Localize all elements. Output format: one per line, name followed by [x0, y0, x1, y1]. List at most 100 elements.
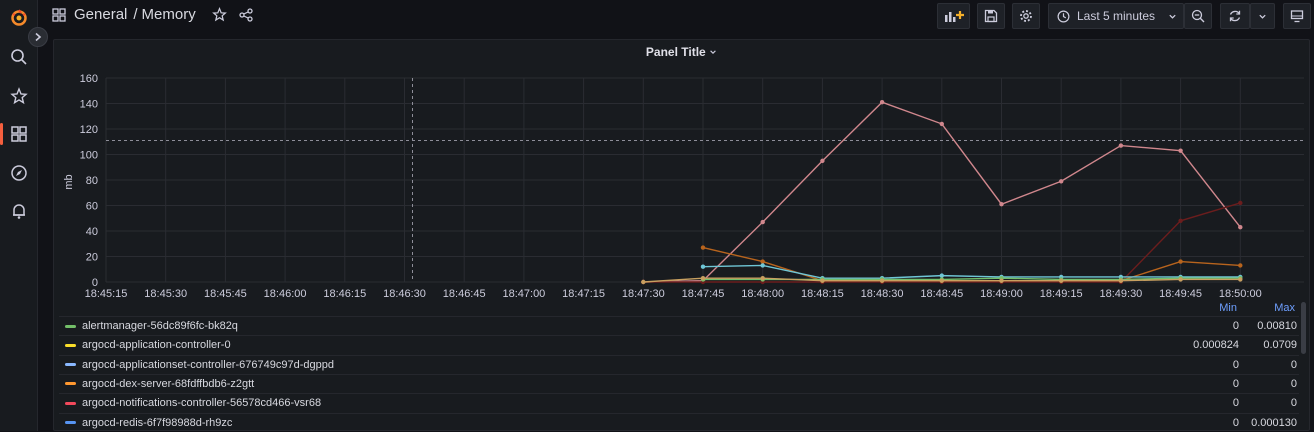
data-point — [1178, 148, 1183, 153]
refresh-interval-picker[interactable] — [1250, 3, 1275, 29]
add-panel-button[interactable] — [937, 3, 970, 29]
data-point — [1178, 277, 1183, 282]
legend-color-swatch[interactable] — [65, 382, 76, 386]
refresh-button[interactable] — [1220, 3, 1250, 29]
starred-icon[interactable] — [0, 81, 38, 111]
x-tick-label: 18:49:00 — [980, 288, 1023, 300]
y-tick-label: 80 — [86, 175, 98, 187]
y-tick-label: 60 — [86, 201, 98, 213]
data-point — [1178, 218, 1183, 223]
legend-series-name[interactable]: argocd-application-controller-0 — [82, 339, 1185, 351]
chevron-down-icon — [1169, 14, 1176, 19]
data-point — [641, 279, 646, 285]
gear-icon — [1020, 10, 1032, 22]
dashboards-icon[interactable] — [0, 119, 38, 149]
x-tick-label: 18:45:45 — [204, 288, 247, 300]
time-range-label: Last 5 minutes — [1077, 9, 1156, 23]
data-point — [1118, 278, 1124, 283]
data-point — [820, 158, 825, 164]
legend-max-value: 0.0709 — [1263, 339, 1297, 352]
x-tick-label: 18:47:00 — [502, 288, 545, 300]
data-point — [760, 263, 765, 268]
legend-max-header[interactable]: Max — [1241, 302, 1297, 314]
data-point — [999, 278, 1004, 283]
data-point — [700, 264, 706, 269]
y-tick-label: 160 — [80, 73, 98, 85]
data-point — [939, 278, 944, 283]
x-tick-label: 18:48:15 — [801, 288, 844, 300]
clock-icon — [1057, 10, 1070, 22]
legend-color-swatch[interactable] — [65, 324, 76, 328]
legend-row[interactable]: argocd-notifications-controller-56578cd4… — [59, 393, 1299, 412]
x-tick-label: 18:45:30 — [144, 288, 187, 300]
legend-series-name[interactable]: argocd-redis-6f7f98988d-rh9zc — [82, 417, 1185, 429]
legend-header: Min Max — [1183, 302, 1297, 314]
dashboard-title[interactable]: Memory — [142, 6, 196, 23]
x-tick-label: 18:50:00 — [1219, 288, 1262, 300]
data-point — [760, 275, 765, 281]
legend-series-name[interactable]: argocd-applicationset-controller-676749c… — [82, 359, 1185, 371]
legend-color-swatch[interactable] — [65, 421, 76, 424]
legend-min-value: 0 — [1232, 416, 1239, 429]
x-tick-label: 18:46:45 — [443, 288, 486, 300]
legend-color-swatch[interactable] — [65, 363, 76, 367]
legend-row[interactable]: argocd-applicationset-controller-676749c… — [59, 354, 1299, 374]
legend-row[interactable]: alertmanager-56dc89f6fc-bk82q 0 0.00810 — [59, 316, 1299, 335]
legend-row[interactable]: argocd-application-controller-0 0.000824 0… — [59, 335, 1299, 354]
legend-min-value: 0 — [1232, 377, 1239, 390]
legend-max-value: 0 — [1290, 397, 1297, 410]
legend-series-name[interactable]: argocd-dex-server-68fdffbdb6-z2gtt — [82, 378, 1185, 390]
x-axis: 18:45:15 18:45:30 18:45:45 18:46:00 18:46:15… — [85, 288, 1262, 300]
data-point — [760, 259, 765, 264]
x-tick-label: 18:49:15 — [1040, 288, 1083, 300]
breadcrumb: General / Memory — [52, 6, 253, 23]
legend-row[interactable]: argocd-redis-6f7f98988d-rh9zc 0 0.000130 — [59, 412, 1299, 432]
legend-color-swatch[interactable] — [65, 343, 76, 347]
chart-grid — [105, 77, 1304, 283]
data-point — [700, 245, 706, 250]
legend-row[interactable]: argocd-dex-server-68fdffbdb6-z2gtt 0 0 — [59, 373, 1299, 393]
data-point — [879, 278, 885, 283]
alerting-bell-icon[interactable] — [0, 196, 38, 226]
data-point — [700, 275, 706, 281]
data-point — [939, 121, 944, 127]
legend-color-swatch[interactable] — [65, 401, 76, 405]
data-point — [760, 219, 765, 225]
y-tick-label: 20 — [86, 252, 98, 264]
time-range-picker[interactable]: Last 5 minutes — [1048, 3, 1184, 29]
legend-scrollbar[interactable] — [1301, 302, 1306, 354]
folder-link[interactable]: General — [74, 6, 127, 23]
legend-series-name[interactable]: argocd-notifications-controller-56578cd4… — [82, 397, 1185, 409]
zoom-out-button[interactable] — [1184, 3, 1212, 29]
x-tick-label: 18:46:15 — [323, 288, 366, 300]
legend-series-name[interactable]: alertmanager-56dc89f6fc-bk82q — [82, 320, 1185, 332]
data-point — [1059, 179, 1064, 184]
dashboard-settings-button[interactable] — [1012, 3, 1040, 29]
expand-menu-button[interactable] — [28, 27, 48, 47]
explore-compass-icon[interactable] — [0, 158, 38, 188]
legend-max-value: 0 — [1290, 358, 1297, 371]
x-tick-label: 18:46:30 — [383, 288, 426, 300]
time-series-chart[interactable]: 020406080100120140160 18:45:15 18:45:30 18… — [54, 40, 1311, 305]
search-icon[interactable] — [0, 42, 38, 72]
graph-panel: Panel Title 0 20 40 60 80 100 120 140 160 18:45:… — [53, 39, 1310, 431]
tv-mode-button[interactable] — [1283, 3, 1311, 29]
y-tick-label: 100 — [80, 150, 98, 162]
dashboard-grid-icon — [52, 7, 66, 22]
y-tick-label: 140 — [80, 99, 98, 111]
x-tick-label: 18:49:30 — [1099, 288, 1142, 300]
legend-min-value: 0 — [1232, 358, 1239, 371]
x-tick-label: 18:49:45 — [1159, 288, 1202, 300]
breadcrumb-separator: / — [133, 6, 138, 23]
legend-min-value: 0.000824 — [1193, 339, 1239, 352]
star-icon[interactable] — [211, 7, 227, 22]
legend-max-value: 0.00810 — [1257, 320, 1297, 332]
chevron-right-icon — [35, 32, 42, 42]
save-dashboard-button[interactable] — [977, 3, 1005, 29]
data-point — [1238, 224, 1243, 230]
legend-min-header[interactable]: Min — [1183, 302, 1241, 314]
legend-min-value: 0 — [1232, 397, 1239, 410]
share-icon[interactable] — [239, 7, 253, 22]
x-tick-label: 18:48:45 — [920, 288, 963, 300]
save-icon — [984, 9, 998, 23]
